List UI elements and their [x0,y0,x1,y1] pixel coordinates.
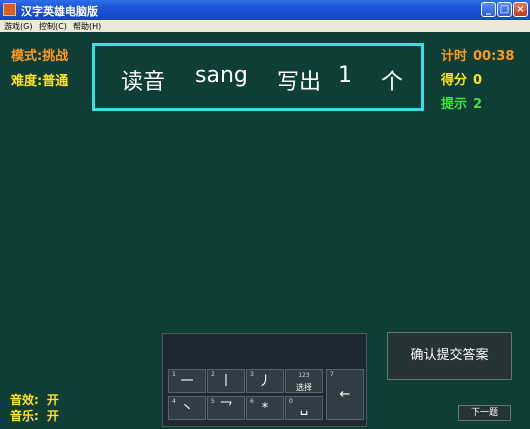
key-number: 7 [330,371,334,378]
key-glyph: 一 [180,374,194,389]
hint-info[interactable]: 提示 2 [441,93,482,112]
key-wildcard[interactable]: 6 * [246,396,284,420]
key-glyph: 丿 [258,374,272,389]
difficulty-info: 难度:普通 [11,70,68,89]
music-toggle[interactable]: 音乐: 开 [10,407,59,424]
key-select[interactable]: 123 选择 [285,369,323,393]
key-glyph: 乛 [219,401,233,416]
key-space[interactable]: 0 ␣ [285,396,323,420]
hint-label: 提示 [441,97,468,112]
key-stroke-zhe[interactable]: 5 乛 [207,396,245,420]
hint-value: 2 [473,97,483,112]
character-count: 1 [338,63,352,88]
stroke-keypad: 1 一 2 丨 3 丿 123 选择 7 ← 4 丶 5 乛 6 * 0 ␣ [162,333,367,427]
sound-effects-value: 开 [46,393,59,407]
menu-control[interactable]: 控制(C) [39,21,67,32]
menu-game[interactable]: 游戏(G) [4,21,32,32]
timer-info: 计时 00:38 [441,45,514,64]
menu-bar: 游戏(G) 控制(C) 帮助(H) [0,20,530,32]
key-stroke-heng[interactable]: 1 一 [168,369,206,393]
difficulty-value: 普通 [42,74,69,89]
key-stroke-pie[interactable]: 3 丿 [246,369,284,393]
key-glyph: * [261,401,269,416]
mode-info: 模式:挑战 [11,45,68,64]
score-value: 0 [473,73,483,88]
pinyin: sang [195,63,248,88]
sound-effects-toggle[interactable]: 音效: 开 [10,391,59,408]
count-unit: 个 [381,70,404,95]
app-window: 汉字英雄电脑版 _ □ × 游戏(G) 控制(C) 帮助(H) 模式:挑战 难度… [0,0,530,429]
key-glyph: 选择 [296,383,312,392]
title-bar[interactable]: 汉字英雄电脑版 _ □ × [0,0,530,20]
timer-value: 00:38 [473,49,515,64]
read-label: 读音 [121,70,166,95]
close-button[interactable]: × [513,2,528,17]
maximize-button[interactable]: □ [497,2,512,17]
menu-help[interactable]: 帮助(H) [73,21,101,32]
space-icon: ␣ [299,401,309,416]
mode-value: 挑战 [42,49,69,64]
write-label: 写出 [277,70,322,95]
question-prompt: 读音 sang 写出 1 个 [92,43,424,111]
window-title: 汉字英雄电脑版 [21,5,98,18]
next-question-button[interactable]: 下一题 [458,405,511,421]
minimize-button[interactable]: _ [481,2,496,17]
sound-effects-label: 音效: [10,393,39,407]
music-label: 音乐: [10,409,39,423]
key-stroke-dian[interactable]: 4 丶 [168,396,206,420]
music-value: 开 [46,409,59,423]
key-glyph: 丨 [219,374,233,389]
app-icon [3,3,16,16]
key-backspace[interactable]: 7 ← [326,369,364,420]
submit-answer-button[interactable]: 确认提交答案 [387,332,512,380]
timer-label: 计时 [441,49,468,64]
mode-label: 模式: [11,49,43,64]
key-number: 123 [298,372,310,379]
score-label: 得分 [441,73,468,88]
input-display [163,334,366,369]
key-glyph: 丶 [180,401,194,416]
game-area: 模式:挑战 难度:普通 读音 sang 写出 1 个 计时 00:38 得分 0 提… [0,32,530,429]
key-stroke-shu[interactable]: 2 丨 [207,369,245,393]
backspace-icon: ← [339,387,351,402]
score-info: 得分 0 [441,69,482,88]
difficulty-label: 难度: [11,74,43,89]
